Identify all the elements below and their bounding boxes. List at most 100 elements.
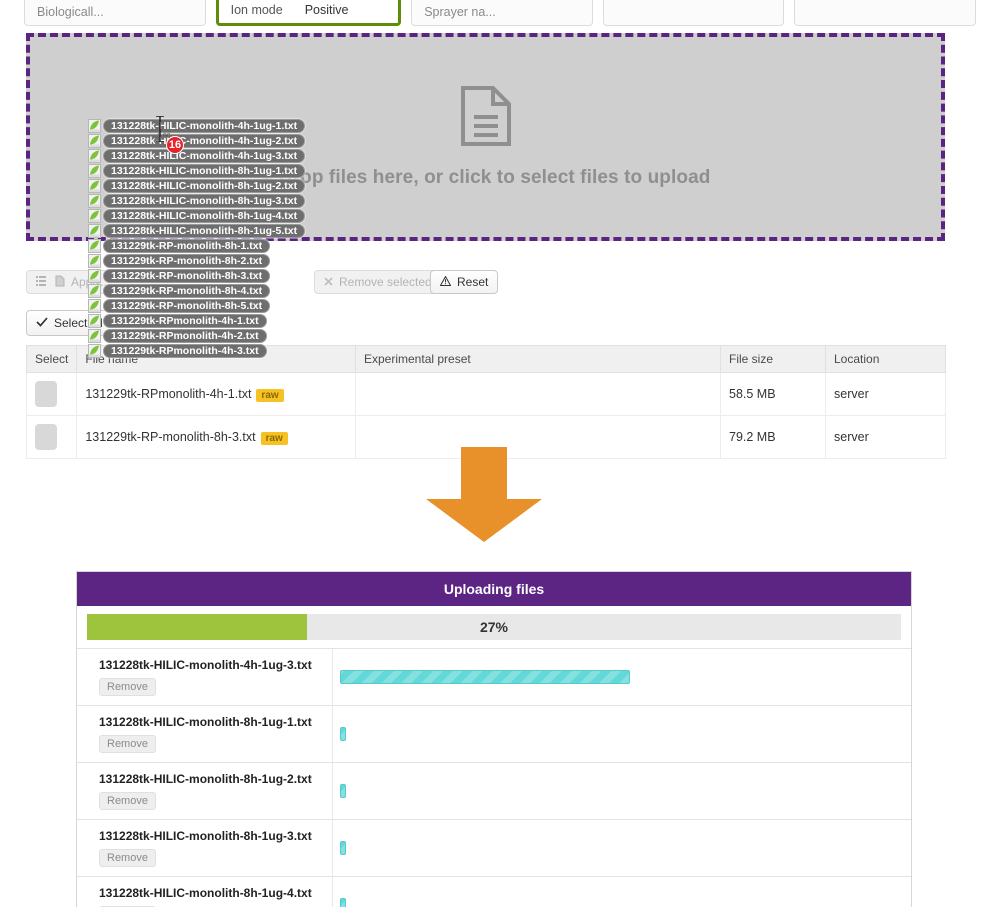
- down-arrow-icon: [425, 447, 543, 548]
- text-file-icon: [88, 283, 101, 298]
- upload-file-name: 131228tk-HILIC-monolith-8h-1ug-4.txt: [99, 886, 312, 900]
- text-file-icon: [88, 253, 101, 268]
- text-file-icon: [88, 238, 101, 253]
- upload-file-progress-cell: [333, 763, 911, 819]
- file-progress-bar: [340, 727, 346, 741]
- drag-ghost-item: 131229tk-RPmonolith-4h-2.txt: [88, 328, 305, 343]
- drag-ghost-item: 131228tk-HILIC-monolith-8h-1ug-2.txt: [88, 178, 306, 193]
- row-filename: 131229tk-RPmonolith-4h-1.txt: [85, 386, 252, 401]
- drag-ghost-label: 131228tk-HILIC-monolith-8h-1ug-1.txt: [103, 163, 306, 178]
- drag-ghost-label: 131229tk-RP-monolith-8h-1.txt: [103, 238, 271, 253]
- drag-ghost-label: 131229tk-RPmonolith-4h-1.txt: [103, 313, 267, 328]
- text-file-icon: [88, 163, 101, 178]
- row-filename: 131229tk-RP-monolith-8h-3.txt: [85, 429, 256, 444]
- list-icon: [36, 275, 49, 289]
- drag-ghost-item: 131229tk-RP-monolith-8h-1.txt: [88, 238, 305, 253]
- upload-file-progress-cell: [333, 877, 911, 907]
- file-table: Select File name Experimental preset File s…: [25, 345, 946, 459]
- form-field-2[interactable]: Sprayer na...: [411, 0, 593, 26]
- remove-file-button[interactable]: Remove: [99, 849, 156, 867]
- row-filesize-cell: 79.2 MB: [720, 415, 826, 459]
- form-field-4[interactable]: [794, 0, 976, 26]
- text-file-icon: [88, 193, 101, 208]
- uploading-files-panel: Uploading files 27% 131228tk-HILIC-monol…: [76, 571, 912, 907]
- upload-file-info: 131228tk-HILIC-monolith-8h-1ug-2.txt Remo…: [77, 763, 333, 819]
- upload-file-name: 131228tk-HILIC-monolith-8h-1ug-2.txt: [99, 772, 312, 786]
- drag-ghost-item: 131229tk-RPmonolith-4h-1.txt: [88, 313, 305, 328]
- table-header-4: Location: [825, 345, 946, 373]
- drag-ghost-label: 131228tk-HILIC-monolith-4h-1ug-3.txt: [103, 148, 306, 163]
- table-header-0: Select: [25, 345, 78, 373]
- total-progress-label: 27%: [479, 619, 509, 635]
- drag-ghost-label: 131228tk-HILIC-monolith-8h-1ug-5.txt: [103, 223, 306, 238]
- upload-file-name: 131228tk-HILIC-monolith-8h-1ug-3.txt: [99, 829, 312, 843]
- drag-ghost-item: 131229tk-RP-monolith-8h-5.txt: [88, 298, 305, 313]
- form-field-1[interactable]: Ion mode Positive: [215, 0, 402, 26]
- total-progress-row: 27%: [77, 606, 911, 648]
- check-icon: [36, 317, 48, 329]
- text-file-icon: [88, 343, 101, 358]
- warning-triangle-icon: [439, 275, 452, 288]
- drag-ghost-label: 131228tk-HILIC-monolith-8h-1ug-4.txt: [103, 208, 306, 223]
- form-field-3[interactable]: [602, 0, 785, 26]
- upload-file-info: 131228tk-HILIC-monolith-8h-1ug-1.txt Remo…: [77, 706, 333, 762]
- row-filesize-cell: 58.5 MB: [720, 372, 826, 416]
- table-row[interactable]: 131229tk-RPmonolith-4h-1.txt raw 58.5 MB se…: [25, 372, 946, 416]
- upload-file-row: 131228tk-HILIC-monolith-8h-1ug-4.txtRemo…: [77, 876, 911, 907]
- remove-selected-button[interactable]: Remove selected: [314, 270, 442, 294]
- upload-file-info: 131228tk-HILIC-monolith-8h-1ug-3.txt Remo…: [77, 820, 333, 876]
- drag-ghost-label: 131228tk-HILIC-monolith-8h-1ug-3.txt: [103, 193, 306, 208]
- drag-ghost-list: 131228tk-HILIC-monolith-4h-1ug-1.txt 1312…: [88, 115, 306, 358]
- form-field-0[interactable]: Biologicall...: [24, 0, 206, 26]
- raw-badge: raw: [260, 431, 288, 445]
- drag-ghost-item: 131228tk-HILIC-monolith-8h-1ug-1.txt: [88, 163, 306, 178]
- row-select-cell[interactable]: [25, 372, 78, 416]
- drag-ghost-item: 131228tk-HILIC-monolith-4h-1ug-3.txt: [88, 148, 306, 163]
- upload-file-name: 131228tk-HILIC-monolith-4h-1ug-3.txt: [99, 658, 312, 672]
- upload-file-name: 131228tk-HILIC-monolith-8h-1ug-1.txt: [99, 715, 312, 729]
- text-file-icon: [88, 178, 101, 193]
- reset-button[interactable]: Reset: [430, 270, 499, 294]
- row-checkbox[interactable]: [35, 424, 57, 450]
- drag-ghost-item: 131228tk-HILIC-monolith-8h-1ug-3.txt: [88, 193, 306, 208]
- form-field-label: Ion mode: [230, 3, 283, 17]
- row-filename-cell: 131229tk-RPmonolith-4h-1.txt raw: [76, 372, 356, 416]
- text-file-icon: [88, 328, 101, 343]
- file-icon: [55, 275, 65, 289]
- remove-file-button[interactable]: Remove: [99, 678, 156, 696]
- reset-button-label: Reset: [457, 275, 489, 289]
- drag-ghost-label: 131228tk-HILIC-monolith-8h-1ug-2.txt: [103, 178, 306, 193]
- text-file-icon: [88, 298, 101, 313]
- table-header-3: File size: [720, 345, 826, 373]
- upload-file-progress-cell: [333, 820, 911, 876]
- row-checkbox[interactable]: [35, 381, 57, 407]
- close-icon: [324, 276, 333, 288]
- remove-file-button[interactable]: Remove: [99, 792, 156, 810]
- form-field-label: Biologicall...: [37, 5, 104, 19]
- drag-ghost-item: 131229tk-RP-monolith-8h-2.txt: [88, 253, 305, 268]
- raw-badge: raw: [256, 388, 284, 402]
- file-progress-bar: [340, 784, 346, 798]
- remove-file-button[interactable]: Remove: [99, 735, 156, 753]
- drag-ghost-label: 131229tk-RPmonolith-4h-3.txt: [103, 343, 267, 358]
- text-file-icon: [88, 148, 101, 163]
- upload-file-info: 131228tk-HILIC-monolith-4h-1ug-3.txt Remo…: [77, 649, 333, 705]
- upload-file-row: 131228tk-HILIC-monolith-8h-1ug-3.txt Remo…: [77, 819, 911, 876]
- row-select-cell[interactable]: [25, 415, 78, 459]
- drag-ghost-label: 131229tk-RP-monolith-8h-3.txt: [103, 268, 271, 283]
- upload-file-progress-cell: [333, 706, 911, 762]
- file-table-wrapper: Select File name Experimental preset File s…: [25, 345, 946, 459]
- metadata-form-row: Biologicall... Ion mode Positive Sprayer na…: [0, 0, 1000, 26]
- document-icon: [459, 85, 513, 152]
- row-preset-cell[interactable]: [355, 372, 721, 416]
- drag-ghost-label: 131228tk-HILIC-monolith-4h-1ug-1.txt: [103, 118, 306, 133]
- drag-ghost-item: 131228tk-HILIC-monolith-4h-1ug-1.txt: [88, 118, 306, 133]
- text-file-icon: [88, 208, 101, 223]
- upload-file-row: 131228tk-HILIC-monolith-8h-1ug-2.txt Remo…: [77, 762, 911, 819]
- drag-ghost-label: 131228tk-HILIC-monolith-4h-1ug-2.txt: [103, 133, 306, 148]
- drag-ghost-item: 131229tk-RP-monolith-8h-3.txt: [88, 268, 305, 283]
- drag-ghost-label: 131229tk-RPmonolith-4h-2.txt: [103, 328, 267, 343]
- upload-file-row: 131228tk-HILIC-monolith-4h-1ug-3.txt Remo…: [77, 648, 911, 705]
- screenshot-root: Biologicall... Ion mode Positive Sprayer na…: [0, 0, 1000, 907]
- upload-file-info: 131228tk-HILIC-monolith-8h-1ug-4.txtRemo…: [77, 877, 333, 907]
